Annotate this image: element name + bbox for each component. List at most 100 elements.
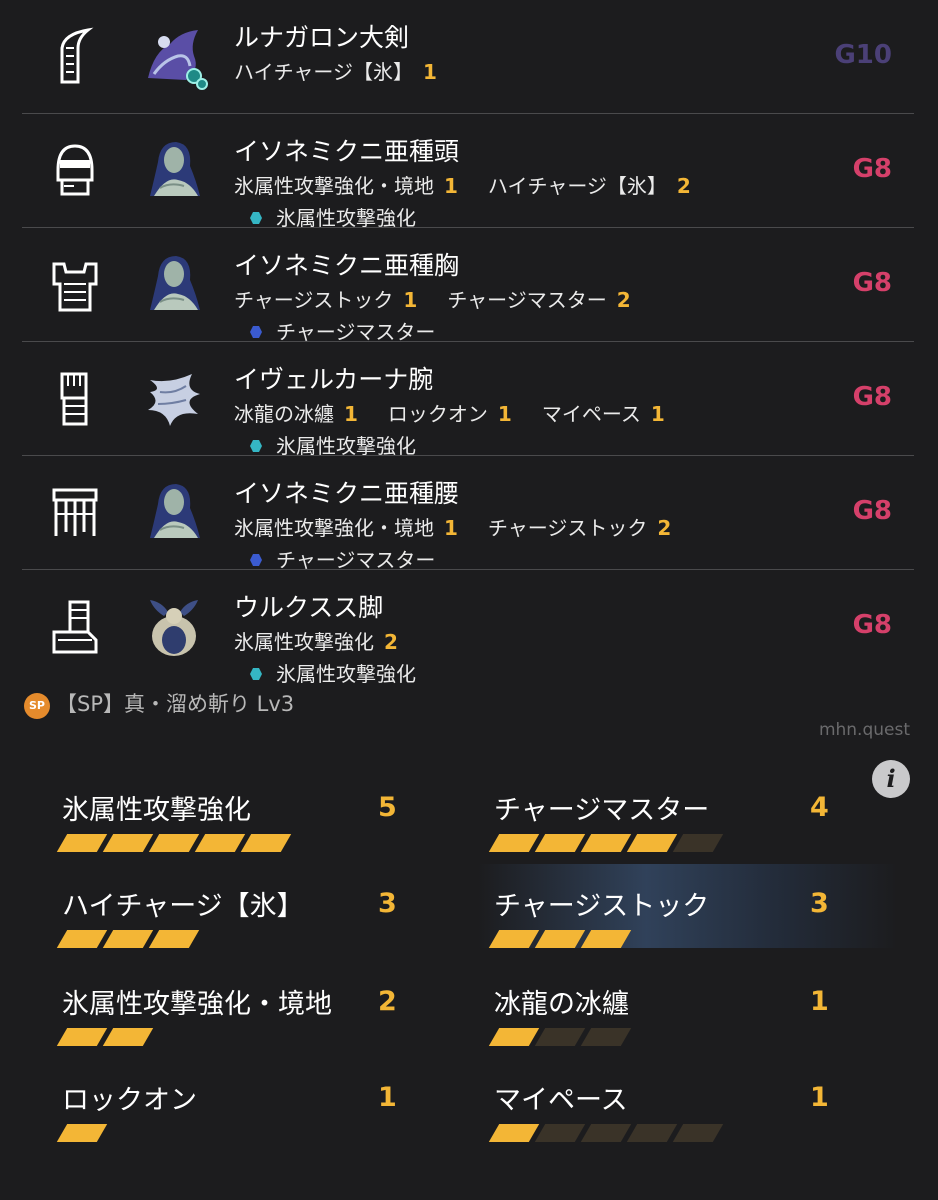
skill-summary-item[interactable]: チャージマスター 4 — [488, 776, 874, 866]
level-segment — [626, 1124, 678, 1142]
skill-level: 1 — [650, 402, 665, 426]
grade-badge: G8 — [852, 496, 892, 526]
level-segment — [580, 1028, 632, 1046]
skill-name: チャージストック — [487, 516, 648, 540]
level-segment — [56, 1028, 108, 1046]
level-segment — [102, 1028, 154, 1046]
equipment-name: イソネミクニ亜種頭 — [234, 137, 460, 166]
skill-summary-name: ロックオン — [62, 1085, 197, 1116]
equipment-skills: チャージストック 1 チャージマスター 2 — [234, 284, 661, 313]
skill-entry: 氷属性攻撃強化 2 — [234, 630, 398, 654]
equipment-name: イヴェルカーナ腕 — [234, 365, 434, 394]
skill-summary-name: 冰龍の冰纏 — [494, 989, 629, 1020]
level-segment — [56, 930, 108, 948]
hexagon-icon — [250, 212, 262, 224]
info-icon[interactable]: i — [872, 760, 910, 798]
equipment-row-head[interactable]: イソネミクニ亜種頭 氷属性攻撃強化・境地 1 ハイチャージ【氷】 2 氷属性攻撃強化 G8 — [22, 114, 914, 230]
skill-entry: チャージストック 2 — [488, 516, 671, 540]
skill-entry: 冰龍の冰纏 1 — [234, 402, 358, 426]
skill-level: 1 — [444, 174, 458, 198]
site-name: mhn.quest — [818, 720, 910, 740]
skill-level: 1 — [423, 60, 437, 84]
skill-summary-level: 2 — [378, 986, 397, 1017]
skill-summary-level: 1 — [810, 986, 829, 1017]
equipment-skills: ハイチャージ【氷】 1 — [234, 56, 467, 85]
grade-badge: G8 — [852, 382, 892, 412]
equipment-skills: 氷属性攻撃強化・境地 1 ハイチャージ【氷】 2 — [234, 170, 721, 199]
skill-summary-item[interactable]: ロックオン 1 — [56, 1066, 442, 1156]
skill-level: 2 — [616, 288, 631, 312]
skill-summary-item[interactable]: 氷属性攻撃強化・境地 2 — [56, 970, 442, 1060]
skill-level: 2 — [384, 630, 398, 654]
equipment-name: イソネミクニ亜種胸 — [234, 251, 460, 280]
skill-summary-level: 1 — [810, 1082, 829, 1113]
level-segment — [534, 930, 586, 948]
level-segment — [102, 834, 154, 852]
level-segment — [488, 930, 540, 948]
equipment-row-weapon[interactable]: ルナガロン大剣ハイチャージ【氷】 1 G10 — [22, 0, 914, 114]
skill-entry: ロックオン 1 — [388, 402, 512, 426]
helmet-icon — [48, 140, 102, 202]
skill-name: 冰龍の冰纏 — [234, 402, 334, 426]
waist-armor-icon — [48, 482, 102, 544]
skill-summary-item[interactable]: 氷属性攻撃強化 5 — [56, 776, 442, 866]
skill-name: 氷属性攻撃強化・境地 — [234, 174, 434, 198]
level-segment — [148, 930, 200, 948]
skill-summary-name: ハイチャージ【氷】 — [62, 891, 304, 922]
skill-summary-item[interactable]: 冰龍の冰纏 1 — [488, 970, 874, 1060]
skill-name: 氷属性攻撃強化・境地 — [234, 516, 434, 540]
chest-armor-icon — [48, 254, 102, 316]
level-segment — [56, 834, 108, 852]
skill-level-bar — [56, 1028, 154, 1048]
monster-icon — [140, 478, 208, 546]
monster-icon — [140, 136, 208, 204]
skill-name: ハイチャージ【氷】 — [234, 60, 413, 84]
skill-level-bar — [488, 1124, 724, 1144]
level-segment — [580, 1124, 632, 1142]
boots-icon — [48, 596, 102, 658]
skill-name: ハイチャージ【氷】 — [487, 174, 667, 198]
equipment-name: ルナガロン大剣 — [234, 23, 410, 52]
level-segment — [626, 834, 678, 852]
level-segment — [534, 834, 586, 852]
skill-name: チャージマスター — [447, 288, 607, 312]
skill-entry: マイペース 1 — [542, 402, 665, 426]
sp-skill: SP 【SP】真・溜め斬り Lv3 — [24, 688, 294, 719]
skill-name: 氷属性攻撃強化 — [234, 630, 374, 654]
level-segment — [488, 1124, 540, 1142]
hexagon-icon — [250, 326, 262, 338]
grade-badge: G8 — [852, 610, 892, 640]
skill-summary-level: 5 — [378, 792, 397, 823]
skill-summary-item[interactable]: チャージストック 3 — [488, 872, 874, 962]
equipment-row-chest[interactable]: イソネミクニ亜種胸 チャージストック 1 チャージマスター 2 チャージマスター G8 — [22, 228, 914, 344]
level-segment — [148, 834, 200, 852]
equipment-row-legs[interactable]: ウルクスス脚氷属性攻撃強化 2 氷属性攻撃強化 G8 — [22, 570, 914, 686]
skill-level: 2 — [657, 516, 672, 540]
skill-summary-item[interactable]: ハイチャージ【氷】 3 — [56, 872, 442, 962]
skill-level: 2 — [676, 174, 691, 198]
equipment-row-waist[interactable]: イソネミクニ亜種腰 氷属性攻撃強化・境地 1 チャージストック 2 チャージマスター G8 — [22, 456, 914, 572]
grade-badge: G8 — [852, 154, 892, 184]
skill-summary-level: 3 — [810, 888, 829, 919]
skill-level: 1 — [497, 402, 512, 426]
skill-summary-name: 氷属性攻撃強化 — [62, 795, 251, 826]
skill-summary-name: マイペース — [494, 1085, 628, 1116]
level-segment — [102, 930, 154, 948]
level-segment — [534, 1028, 586, 1046]
grade-badge: G10 — [834, 40, 892, 70]
equipment-row-arms[interactable]: イヴェルカーナ腕 冰龍の冰纏 1 ロックオン 1 マイペース 1 氷属性攻撃強化 G8 — [22, 342, 914, 458]
hexagon-icon — [250, 668, 262, 680]
skill-entry: ハイチャージ【氷】 2 — [488, 174, 691, 198]
level-segment — [240, 834, 292, 852]
level-segment — [488, 834, 540, 852]
skill-summary-level: 3 — [378, 888, 397, 919]
skill-entry: 氷属性攻撃強化・境地 1 — [234, 174, 458, 198]
level-segment — [56, 1124, 108, 1142]
skill-summary-item[interactable]: マイペース 1 — [488, 1066, 874, 1156]
skill-level-bar — [488, 930, 632, 950]
skill-summary-name: チャージストック — [494, 891, 710, 922]
equipment-skills: 冰龍の冰纏 1 ロックオン 1 マイペース 1 — [234, 398, 695, 427]
equipment-name: ウルクスス脚 — [234, 593, 384, 622]
level-segment — [194, 834, 246, 852]
level-segment — [534, 1124, 586, 1142]
